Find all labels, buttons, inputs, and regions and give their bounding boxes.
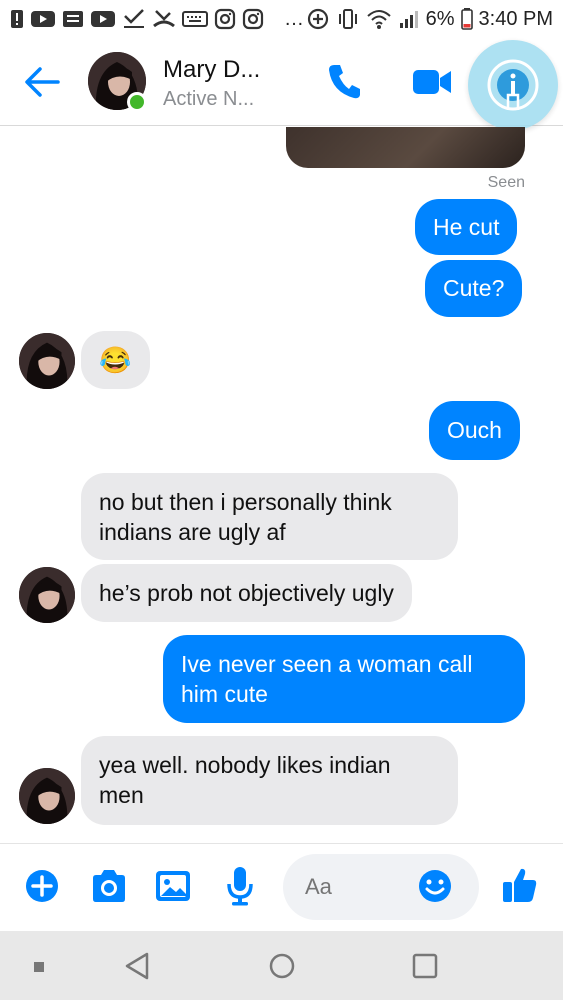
email-check-icon xyxy=(124,9,144,28)
notification-icons: … xyxy=(10,8,304,31)
back-arrow-icon[interactable] xyxy=(22,64,62,100)
message-composer xyxy=(0,843,563,931)
message-icon xyxy=(63,11,83,27)
message-bubble-outgoing[interactable]: Cute? xyxy=(425,260,523,317)
message-bubble-outgoing[interactable]: He cut xyxy=(415,199,518,255)
instagram-icon-2 xyxy=(242,8,264,30)
back-triangle-icon[interactable] xyxy=(124,952,150,980)
camera-icon[interactable] xyxy=(90,868,128,904)
messenger-screen: … 6% 3:40 PM Mary D... Active N... Seen … xyxy=(0,0,563,1000)
contact-name[interactable]: Mary D... xyxy=(163,56,260,84)
wifi-icon xyxy=(366,10,391,29)
avatar-photo xyxy=(19,768,75,824)
keyboard-icon xyxy=(182,11,208,27)
android-navigation-bar xyxy=(0,931,563,1000)
alert-icon xyxy=(11,10,23,28)
recent-apps-dot-icon[interactable] xyxy=(34,962,44,972)
vibrate-icon xyxy=(338,9,357,29)
like-icon[interactable] xyxy=(502,866,538,904)
signal-icon xyxy=(399,11,418,28)
contact-avatar-small[interactable] xyxy=(19,567,75,623)
message-thread[interactable]: Seen He cut Cute? 😂 Ouch no but then i p… xyxy=(0,127,563,843)
video-icon[interactable] xyxy=(412,68,452,96)
battery-percent: 6% xyxy=(425,7,455,30)
missed-call-icon xyxy=(153,10,175,28)
message-bubble-outgoing[interactable]: Ouch xyxy=(429,401,520,460)
clock: 3:40 PM xyxy=(478,7,553,30)
message-bubble-incoming[interactable]: no but then i personally think indians a… xyxy=(81,473,458,560)
seen-receipt: Seen xyxy=(487,174,525,191)
overview-square-icon[interactable] xyxy=(412,953,438,979)
home-circle-icon[interactable] xyxy=(268,952,296,980)
contact-avatar-small[interactable] xyxy=(19,333,75,389)
more-notifications: … xyxy=(284,7,304,30)
avatar-photo xyxy=(19,333,75,389)
info-overlay-bubble[interactable] xyxy=(468,40,558,130)
youtube-icon xyxy=(31,11,55,27)
system-indicators: 6% 3:40 PM xyxy=(306,7,553,31)
plus-icon[interactable] xyxy=(24,868,60,904)
message-bubble-incoming[interactable]: yea well. nobody likes indian men xyxy=(81,736,458,825)
contact-avatar-small[interactable] xyxy=(19,768,75,824)
contact-status: Active N... xyxy=(163,88,255,110)
avatar-photo xyxy=(19,567,75,623)
active-status-dot xyxy=(127,92,147,112)
battery-icon xyxy=(460,8,473,30)
phone-icon[interactable] xyxy=(326,62,362,100)
data-saver-icon xyxy=(307,8,328,30)
shared-image-message[interactable] xyxy=(286,127,525,168)
status-bar: … 6% 3:40 PM xyxy=(0,0,563,38)
emoji-reaction-message[interactable]: 😂 xyxy=(81,331,150,389)
youtube-icon-2 xyxy=(91,11,115,27)
conversation-header: Mary D... Active N... xyxy=(0,38,563,130)
emoji-icon[interactable] xyxy=(417,868,453,904)
message-bubble-outgoing[interactable]: Ive never seen a woman call him cute xyxy=(163,635,525,723)
message-bubble-incoming[interactable]: he’s prob not objectively ugly xyxy=(81,564,412,622)
info-icon xyxy=(487,59,539,111)
instagram-icon xyxy=(214,8,236,30)
gallery-icon[interactable] xyxy=(155,870,191,902)
microphone-icon[interactable] xyxy=(226,866,254,906)
